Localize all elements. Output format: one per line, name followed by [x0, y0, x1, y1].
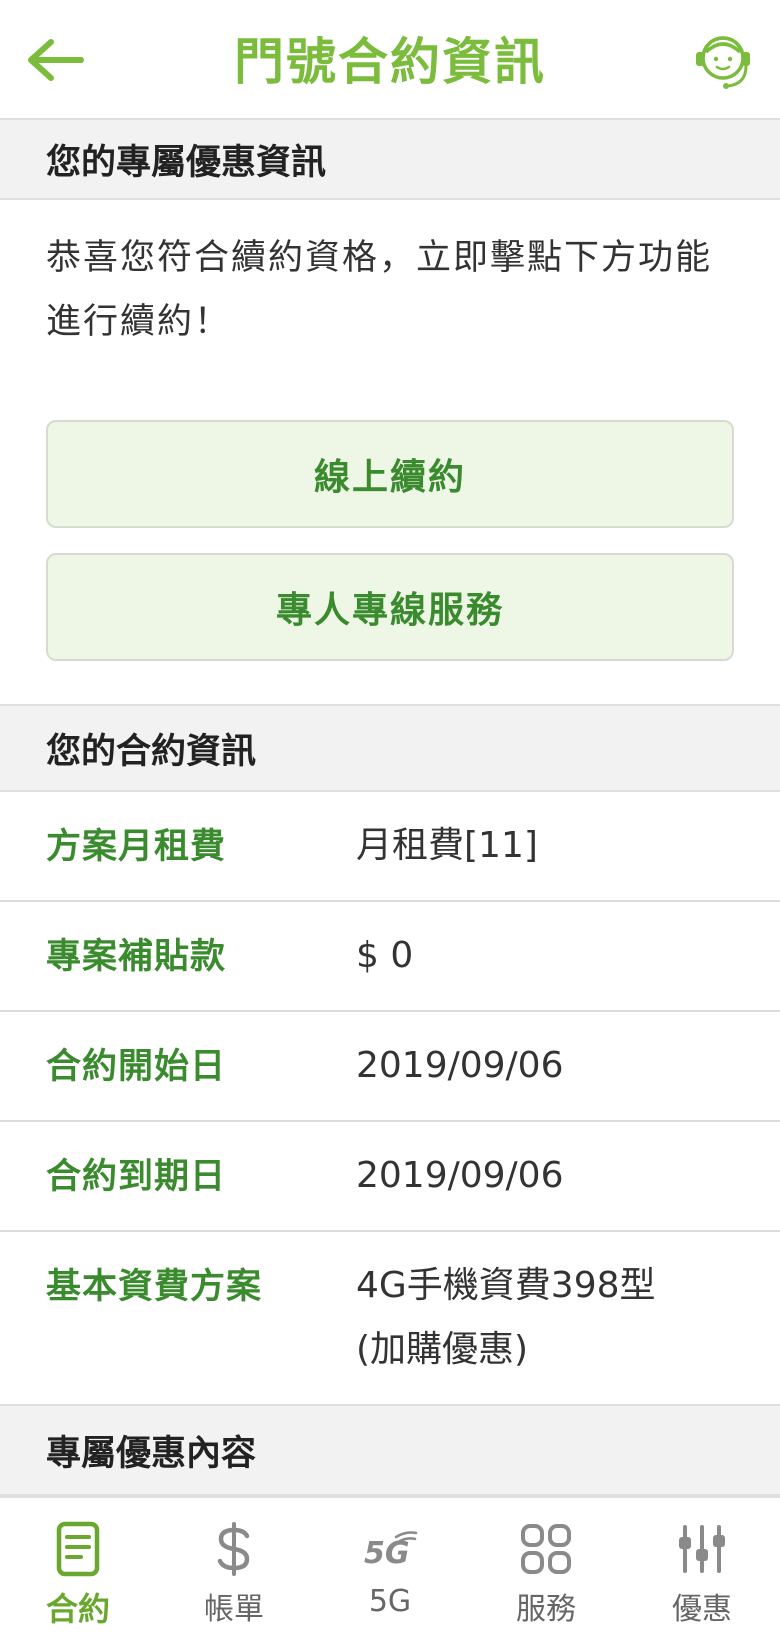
nav-label: 5G [368, 1584, 412, 1619]
nav-label: 服務 [516, 1592, 576, 1627]
info-value: 2019/09/06 [356, 1045, 564, 1086]
info-label: 基本資費方案 [46, 1267, 263, 1307]
offer-section-heading: 專屬優惠內容 [0, 1404, 780, 1496]
info-row-monthly-fee: 方案月租費 月租費[11] [0, 792, 780, 902]
info-row-base-plan: 基本資費方案 4G手機資費398型 (加購優惠) [0, 1232, 780, 1406]
info-label: 方案月租費 [46, 827, 227, 867]
contract-info-screen: 門號合約資訊 您的專屬優惠資訊 恭喜您符合續約資格，立即擊點下方功能進行續約！ … [0, 0, 780, 1635]
nav-item-5g[interactable]: 5G 5G [312, 1498, 468, 1635]
nav-item-bill[interactable]: 帳單 [156, 1498, 312, 1635]
info-row-start-date: 合約開始日 2019/09/06 [0, 1012, 780, 1122]
online-renewal-button[interactable]: 線上續約 [46, 420, 734, 528]
nav-label: 合約 [45, 1590, 110, 1628]
sliders-icon [679, 1525, 725, 1573]
nav-label: 帳單 [204, 1592, 264, 1627]
dollar-icon [217, 1522, 250, 1576]
info-row-end-date: 合約到期日 2019/09/06 [0, 1122, 780, 1232]
nav-item-offers[interactable]: 優惠 [624, 1498, 780, 1635]
info-label: 合約到期日 [46, 1157, 227, 1197]
info-label: 專案補貼款 [46, 937, 227, 977]
info-value: 月租費[11] [356, 825, 538, 866]
info-row-subsidy: 專案補貼款 $ 0 [0, 902, 780, 1012]
contract-document-icon [56, 1521, 100, 1577]
app-header: 門號合約資訊 [0, 0, 780, 120]
contract-section-heading: 您的合約資訊 [0, 704, 780, 792]
renewal-eligibility-message: 恭喜您符合續約資格，立即擊點下方功能進行續約！ [46, 238, 713, 342]
customer-service-icon [696, 36, 750, 89]
services-grid-icon [521, 1524, 571, 1574]
info-value-line1: 4G手機資費398型 [356, 1265, 656, 1306]
5g-icon: 5G [364, 1531, 418, 1571]
bottom-navigation: 合約 帳單 5G 5G 服務 優惠 [0, 1496, 780, 1635]
promo-section-heading: 您的專屬優惠資訊 [0, 118, 780, 200]
info-value-line2: (加購優惠) [356, 1329, 529, 1370]
info-value: 2019/09/06 [356, 1155, 564, 1196]
info-label: 合約開始日 [46, 1047, 227, 1087]
dedicated-service-button[interactable]: 專人專線服務 [46, 553, 734, 661]
customer-service-button[interactable] [690, 26, 756, 96]
nav-label: 優惠 [672, 1592, 732, 1627]
nav-item-contract[interactable]: 合約 [0, 1498, 156, 1635]
page-title: 門號合約資訊 [234, 33, 546, 91]
svg-text:5G: 5G [364, 1536, 410, 1571]
nav-item-services[interactable]: 服務 [468, 1498, 624, 1635]
info-value: $ 0 [356, 935, 414, 976]
